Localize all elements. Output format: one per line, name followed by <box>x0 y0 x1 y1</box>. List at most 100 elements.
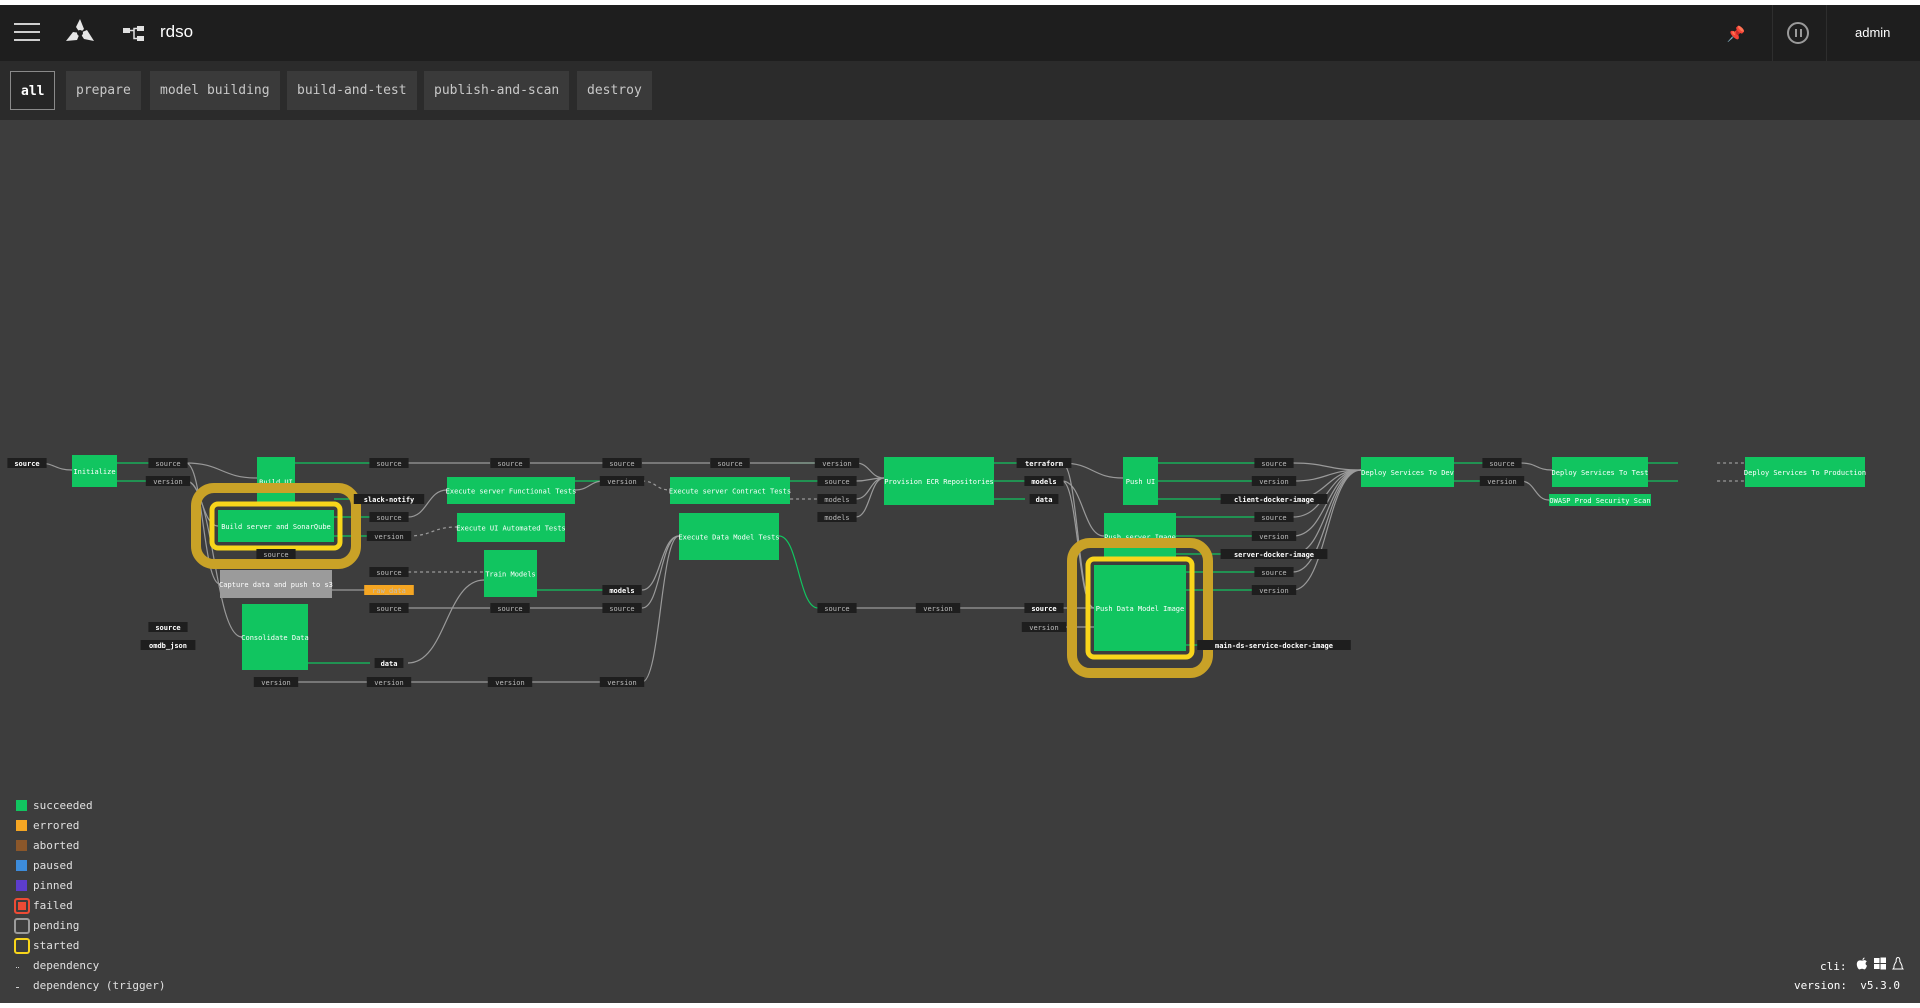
resource-version[interactable]: version <box>1021 622 1067 632</box>
resource-source[interactable]: source <box>369 603 409 613</box>
group-tab-model-building[interactable]: model building <box>150 71 280 110</box>
group-tab-build-and-test[interactable]: build-and-test <box>287 71 417 110</box>
job-push-ui[interactable]: Push UI <box>1123 457 1158 505</box>
resource-version[interactable]: version <box>915 603 961 613</box>
job-exec-dm[interactable]: Execute Data Model Tests <box>678 513 780 560</box>
job-capture[interactable]: Capture data and push to s3 <box>219 570 333 598</box>
concourse-logo-icon[interactable] <box>62 15 98 51</box>
resource-version[interactable]: version <box>253 677 299 687</box>
job-name: Execute server Contract Tests <box>669 488 791 496</box>
group-tab-destroy[interactable]: destroy <box>577 71 652 110</box>
group-tab-all[interactable]: all <box>10 71 56 110</box>
dependency-edge <box>1520 480 1550 501</box>
resource-models[interactable]: models <box>817 512 857 522</box>
resource-source[interactable]: source <box>710 458 750 468</box>
resource-source[interactable]: source <box>148 458 188 468</box>
resource-label: version <box>607 478 637 486</box>
job-build-server[interactable]: Build server and SonarQube <box>218 510 334 542</box>
group-tab-publish-and-scan[interactable]: publish-and-scan <box>424 71 570 110</box>
pin-icon[interactable]: 📌 <box>1722 22 1750 46</box>
resource-raw_data[interactable]: raw_data <box>364 585 414 595</box>
resource-omdb_json[interactable]: omdb_json <box>140 640 196 650</box>
resource-models[interactable]: models <box>1024 476 1064 486</box>
legend-label: started <box>33 939 80 952</box>
hamburger-icon[interactable] <box>14 23 40 43</box>
resource-client-docker-image[interactable]: client-docker-image <box>1220 494 1328 504</box>
job-deploy-prod[interactable]: Deploy Services To Production <box>1744 457 1866 487</box>
resource-main-ds-service-docker-image[interactable]: main-ds-service-docker-image <box>1197 640 1351 650</box>
legend-swatch <box>16 980 19 988</box>
resource-label: client-docker-image <box>1234 496 1314 504</box>
resource-source[interactable]: source <box>1254 512 1294 522</box>
job-consolidate[interactable]: Consolidate Data <box>241 604 309 670</box>
job-deploy-dev[interactable]: Deploy Services To Dev <box>1361 457 1454 487</box>
resource-label: source <box>263 551 288 559</box>
legend-label: succeeded <box>33 799 93 812</box>
resource-source[interactable]: source <box>369 458 409 468</box>
resource-source[interactable]: source <box>490 458 530 468</box>
resource-terraform[interactable]: terraform <box>1016 458 1072 468</box>
job-name: Execute Data Model Tests <box>678 534 779 542</box>
resource-source[interactable]: source <box>602 458 642 468</box>
resource-label: models <box>824 514 849 522</box>
resource-server-docker-image[interactable]: server-docker-image <box>1220 549 1328 559</box>
resource-source[interactable]: source <box>369 567 409 577</box>
resource-source[interactable]: source <box>817 603 857 613</box>
job-owasp[interactable]: OWASP Prod Security Scan <box>1549 494 1651 506</box>
job-exec-contract[interactable]: Execute server Contract Tests <box>669 477 791 504</box>
resource-label: source <box>1489 460 1514 468</box>
resource-version[interactable]: version <box>599 677 645 687</box>
resource-data[interactable]: data <box>1029 494 1059 504</box>
bottom-strip <box>0 1003 1920 1008</box>
resource-version[interactable]: version <box>1251 531 1297 541</box>
dependency-edge <box>185 462 258 479</box>
resource-models[interactable]: models <box>817 494 857 504</box>
resource-version[interactable]: version <box>599 476 645 486</box>
user-menu[interactable]: admin <box>1855 25 1890 40</box>
resource-source[interactable]: source <box>602 603 642 613</box>
group-tab-prepare[interactable]: prepare <box>66 71 141 110</box>
resource-version[interactable]: version <box>145 476 191 486</box>
apple-icon[interactable] <box>1856 957 1868 970</box>
job-train[interactable]: Train Models <box>484 550 537 597</box>
resource-version[interactable]: version <box>814 458 860 468</box>
linux-icon[interactable] <box>1892 957 1904 970</box>
job-exec-ui[interactable]: Execute UI Automated Tests <box>456 513 566 542</box>
resource-source[interactable]: source <box>1254 567 1294 577</box>
resource-source[interactable]: source <box>256 549 296 559</box>
resource-version[interactable]: version <box>1251 476 1297 486</box>
legend-swatch <box>14 938 30 954</box>
resource-source[interactable]: source <box>817 476 857 486</box>
divider <box>1826 5 1827 61</box>
resource-models[interactable]: models <box>602 585 642 595</box>
resource-source[interactable]: source <box>7 458 47 468</box>
resource-source[interactable]: source <box>369 512 409 522</box>
job-deploy-test[interactable]: Deploy Services To Test <box>1552 457 1649 487</box>
job-push-server[interactable]: Push server Image <box>1104 513 1176 560</box>
job-exec-func[interactable]: Execute server Functional Tests <box>446 477 577 504</box>
resource-slack-notify[interactable]: slack-notify <box>353 494 425 504</box>
resource-source[interactable]: source <box>1024 603 1064 613</box>
resource-label: source <box>376 569 401 577</box>
resource-source[interactable]: source <box>1254 458 1294 468</box>
resource-version[interactable]: version <box>487 677 533 687</box>
resource-version[interactable]: version <box>366 531 412 541</box>
resource-version[interactable]: version <box>1479 476 1525 486</box>
resource-source[interactable]: source <box>148 622 188 632</box>
job-initialize[interactable]: Initialize <box>72 455 117 487</box>
resource-version[interactable]: version <box>366 677 412 687</box>
legend-label: failed <box>33 899 73 912</box>
job-build-ui[interactable]: Build UI <box>257 457 295 506</box>
resource-data[interactable]: data <box>374 658 404 668</box>
pause-circle-icon[interactable] <box>1787 22 1809 44</box>
job-push-dm[interactable]: Push Data Model Image <box>1094 565 1186 651</box>
resource-label: version <box>1259 587 1289 595</box>
resource-version[interactable]: version <box>1251 585 1297 595</box>
resource-source[interactable]: source <box>490 603 530 613</box>
job-name: Build server and SonarQube <box>221 523 331 531</box>
windows-icon[interactable] <box>1874 957 1886 970</box>
resource-label: source <box>1031 605 1056 613</box>
resource-label: source <box>155 624 180 632</box>
job-provision[interactable]: Provision ECR Repositories <box>884 457 994 505</box>
resource-source[interactable]: source <box>1482 458 1522 468</box>
